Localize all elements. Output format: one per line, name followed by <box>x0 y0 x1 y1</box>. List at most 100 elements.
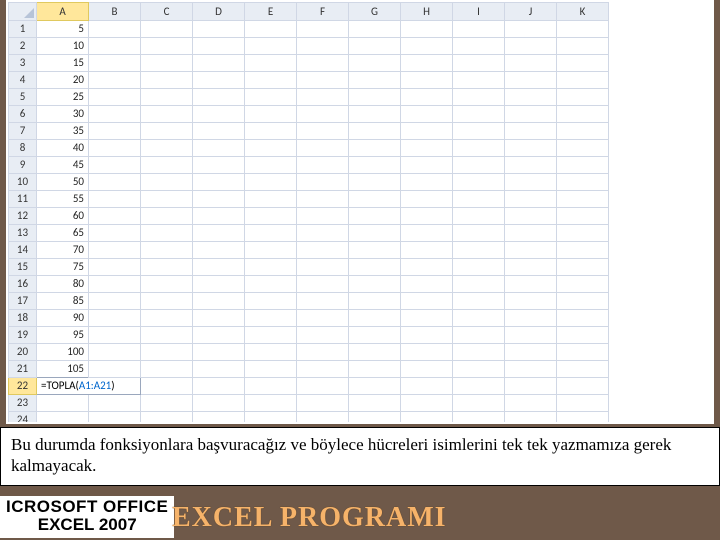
cell-G20[interactable] <box>349 344 401 361</box>
cell-D6[interactable] <box>193 106 245 123</box>
row-header-17[interactable]: 17 <box>9 293 37 310</box>
cell-E19[interactable] <box>245 327 297 344</box>
cell-B14[interactable] <box>89 242 141 259</box>
cell-E17[interactable] <box>245 293 297 310</box>
row-header-11[interactable]: 11 <box>9 191 37 208</box>
cell-C13[interactable] <box>141 225 193 242</box>
cell-H15[interactable] <box>401 259 453 276</box>
cell-J1[interactable] <box>505 21 557 38</box>
cell-B13[interactable] <box>89 225 141 242</box>
cell-F12[interactable] <box>297 208 349 225</box>
cell-D9[interactable] <box>193 157 245 174</box>
cell-H19[interactable] <box>401 327 453 344</box>
cell-A8[interactable]: 40 <box>37 140 89 157</box>
cell-A23[interactable] <box>37 395 89 412</box>
cell-B24[interactable] <box>89 412 141 423</box>
cell-G7[interactable] <box>349 123 401 140</box>
cell-I24[interactable] <box>453 412 505 423</box>
cell-F2[interactable] <box>297 38 349 55</box>
cell-D4[interactable] <box>193 72 245 89</box>
column-header-D[interactable]: D <box>193 3 245 21</box>
cell-B11[interactable] <box>89 191 141 208</box>
cell-F13[interactable] <box>297 225 349 242</box>
row-header-7[interactable]: 7 <box>9 123 37 140</box>
cell-B4[interactable] <box>89 72 141 89</box>
cell-A13[interactable]: 65 <box>37 225 89 242</box>
cell-C19[interactable] <box>141 327 193 344</box>
cell-D1[interactable] <box>193 21 245 38</box>
cell-I2[interactable] <box>453 38 505 55</box>
cell-G3[interactable] <box>349 55 401 72</box>
cell-I11[interactable] <box>453 191 505 208</box>
cell-A1[interactable]: 5 <box>37 21 89 38</box>
cell-F11[interactable] <box>297 191 349 208</box>
cell-E14[interactable] <box>245 242 297 259</box>
cell-G19[interactable] <box>349 327 401 344</box>
cell-D21[interactable] <box>193 361 245 378</box>
row-header-12[interactable]: 12 <box>9 208 37 225</box>
cell-I16[interactable] <box>453 276 505 293</box>
cell-F3[interactable] <box>297 55 349 72</box>
cell-E6[interactable] <box>245 106 297 123</box>
cell-F20[interactable] <box>297 344 349 361</box>
cell-B9[interactable] <box>89 157 141 174</box>
cell-E5[interactable] <box>245 89 297 106</box>
cell-E1[interactable] <box>245 21 297 38</box>
cell-E3[interactable] <box>245 55 297 72</box>
cell-F7[interactable] <box>297 123 349 140</box>
cell-C16[interactable] <box>141 276 193 293</box>
cell-A21[interactable]: 105 <box>37 361 89 378</box>
cell-K20[interactable] <box>557 344 609 361</box>
cell-J3[interactable] <box>505 55 557 72</box>
cell-C22[interactable] <box>141 378 193 395</box>
cell-B8[interactable] <box>89 140 141 157</box>
cell-J11[interactable] <box>505 191 557 208</box>
cell-K13[interactable] <box>557 225 609 242</box>
cell-K8[interactable] <box>557 140 609 157</box>
cell-H14[interactable] <box>401 242 453 259</box>
cell-G21[interactable] <box>349 361 401 378</box>
cell-A15[interactable]: 75 <box>37 259 89 276</box>
cell-E16[interactable] <box>245 276 297 293</box>
cell-I9[interactable] <box>453 157 505 174</box>
cell-H2[interactable] <box>401 38 453 55</box>
cell-C11[interactable] <box>141 191 193 208</box>
column-header-H[interactable]: H <box>401 3 453 21</box>
cell-J15[interactable] <box>505 259 557 276</box>
cell-D19[interactable] <box>193 327 245 344</box>
cell-B6[interactable] <box>89 106 141 123</box>
cell-K21[interactable] <box>557 361 609 378</box>
cell-A17[interactable]: 85 <box>37 293 89 310</box>
cell-E20[interactable] <box>245 344 297 361</box>
row-header-22[interactable]: 22 <box>9 378 37 395</box>
cell-H8[interactable] <box>401 140 453 157</box>
cell-I5[interactable] <box>453 89 505 106</box>
cell-F1[interactable] <box>297 21 349 38</box>
cell-K12[interactable] <box>557 208 609 225</box>
cell-C8[interactable] <box>141 140 193 157</box>
cell-F19[interactable] <box>297 327 349 344</box>
cell-J8[interactable] <box>505 140 557 157</box>
cell-D14[interactable] <box>193 242 245 259</box>
column-header-A[interactable]: A <box>37 3 89 21</box>
cell-E18[interactable] <box>245 310 297 327</box>
cell-I4[interactable] <box>453 72 505 89</box>
column-header-G[interactable]: G <box>349 3 401 21</box>
cell-J14[interactable] <box>505 242 557 259</box>
column-header-C[interactable]: C <box>141 3 193 21</box>
cell-H9[interactable] <box>401 157 453 174</box>
cell-F22[interactable] <box>297 378 349 395</box>
row-header-24[interactable]: 24 <box>9 412 37 423</box>
cell-D18[interactable] <box>193 310 245 327</box>
formula-cell-A22[interactable]: =TOPLA(A1:A21) <box>37 378 141 395</box>
cell-A9[interactable]: 45 <box>37 157 89 174</box>
cell-D20[interactable] <box>193 344 245 361</box>
cell-J18[interactable] <box>505 310 557 327</box>
cell-H22[interactable] <box>401 378 453 395</box>
cell-C10[interactable] <box>141 174 193 191</box>
cell-J24[interactable] <box>505 412 557 423</box>
cell-E7[interactable] <box>245 123 297 140</box>
cell-J22[interactable] <box>505 378 557 395</box>
cell-B19[interactable] <box>89 327 141 344</box>
row-header-23[interactable]: 23 <box>9 395 37 412</box>
